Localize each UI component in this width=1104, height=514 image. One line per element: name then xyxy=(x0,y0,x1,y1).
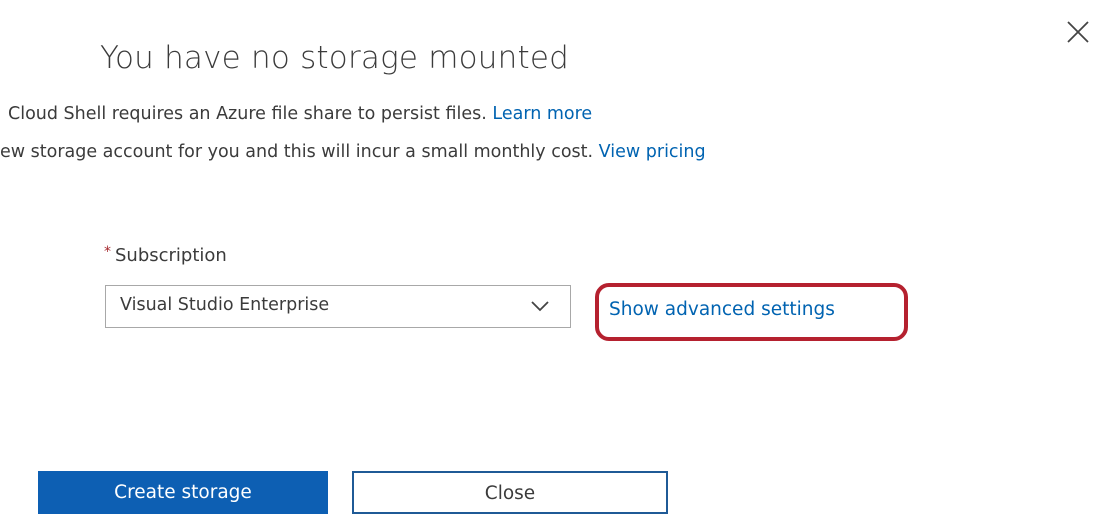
subscription-selected-value: Visual Studio Enterprise xyxy=(120,295,330,315)
subscription-label: * Subscription xyxy=(104,244,227,266)
required-marker: * xyxy=(104,244,111,260)
close-icon[interactable] xyxy=(1064,18,1094,48)
close-icon-graphic xyxy=(1067,21,1089,43)
dialog-title: You have no storage mounted xyxy=(100,40,569,76)
view-pricing-link[interactable]: View pricing xyxy=(599,142,706,162)
learn-more-link[interactable]: Learn more xyxy=(492,104,592,124)
subscription-dropdown[interactable]: Visual Studio Enterprise xyxy=(105,285,571,328)
description-text-1: Cloud Shell requires an Azure file share… xyxy=(8,104,487,124)
chevron-down-icon xyxy=(530,298,550,312)
description-line-2: ew storage account for you and this will… xyxy=(0,142,706,162)
storage-dialog: You have no storage mounted Cloud Shell … xyxy=(0,0,1104,514)
subscription-label-text: Subscription xyxy=(115,245,227,266)
description-text-2: ew storage account for you and this will… xyxy=(0,142,594,162)
create-storage-button[interactable]: Create storage xyxy=(38,471,328,514)
close-button[interactable]: Close xyxy=(352,471,668,514)
description-line-1: Cloud Shell requires an Azure file share… xyxy=(8,104,592,124)
show-advanced-settings-link[interactable]: Show advanced settings xyxy=(609,299,835,320)
